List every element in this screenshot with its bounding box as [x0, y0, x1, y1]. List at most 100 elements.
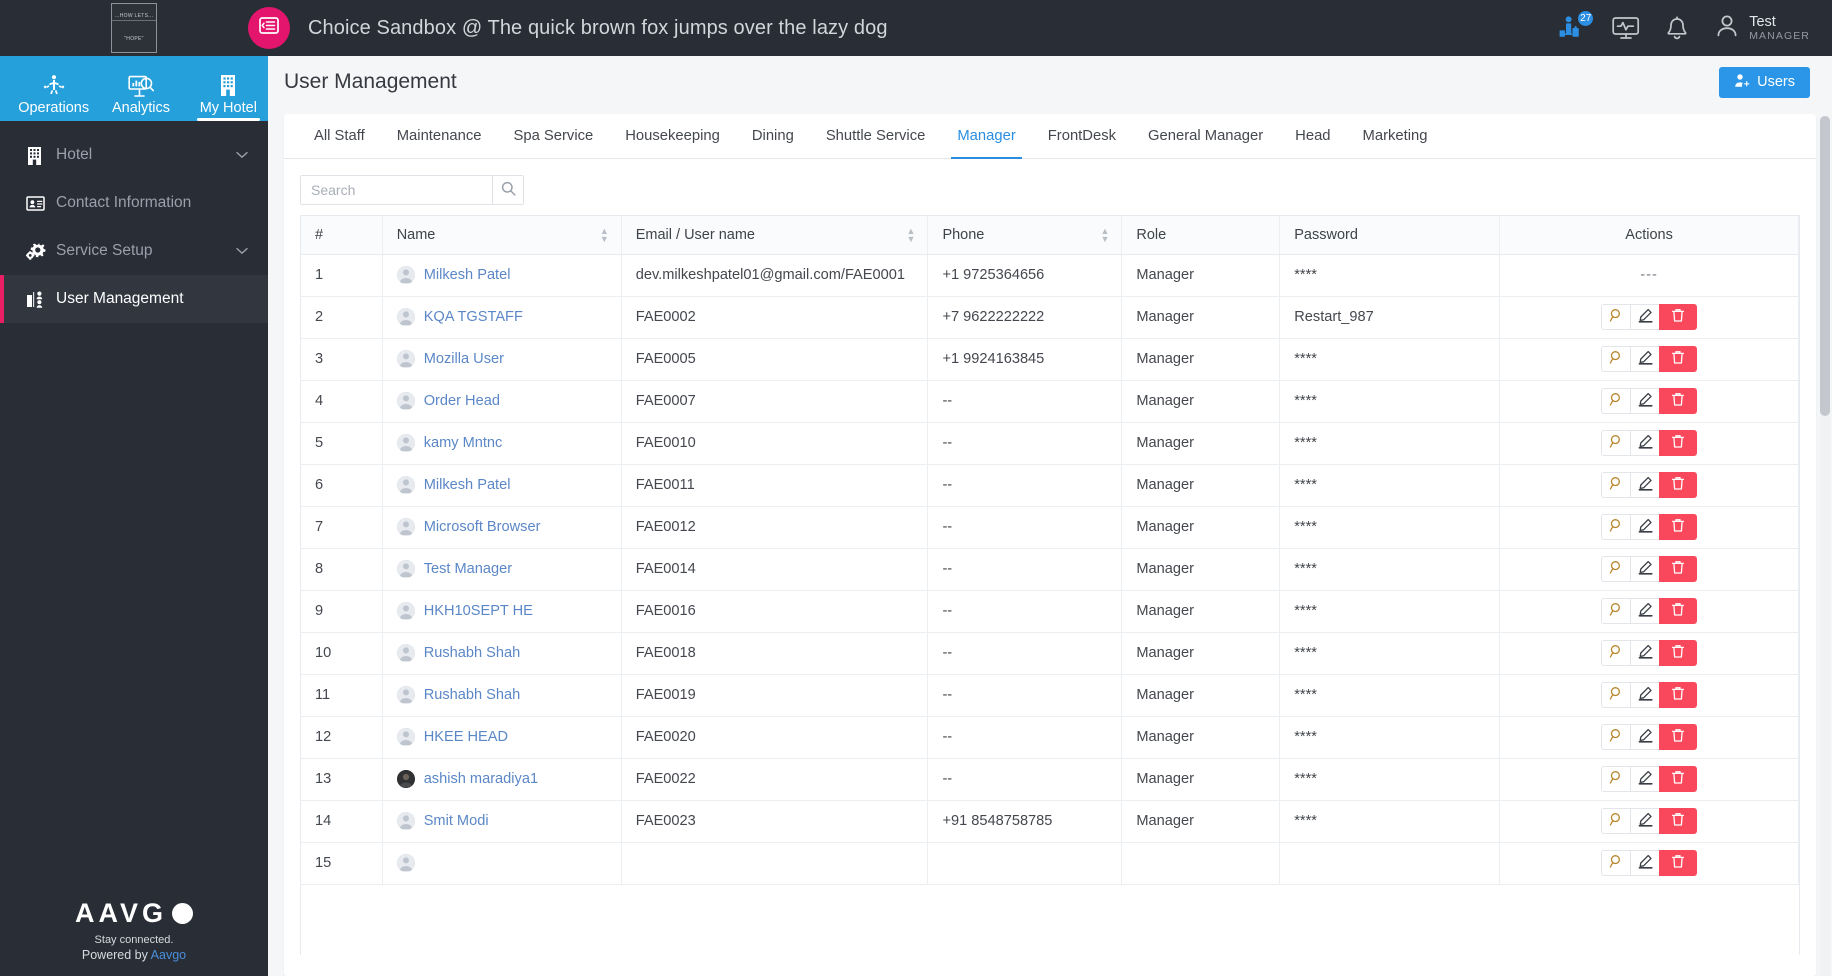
edit-user-button[interactable] — [1630, 304, 1659, 330]
table-row[interactable]: 15 — [301, 842, 1799, 884]
delete-user-button[interactable] — [1659, 640, 1697, 666]
view-user-button[interactable] — [1601, 430, 1630, 456]
delete-user-button[interactable] — [1659, 388, 1697, 414]
edit-user-button[interactable] — [1630, 514, 1659, 540]
delete-user-button[interactable] — [1659, 430, 1697, 456]
table-row[interactable]: 7Microsoft BrowserFAE0012--Manager**** — [301, 506, 1799, 548]
tab-general-manager[interactable]: General Manager — [1132, 114, 1279, 159]
tab-dining[interactable]: Dining — [736, 114, 810, 159]
column-header-phone[interactable]: Phone ▲▼ — [928, 216, 1122, 254]
table-row[interactable]: 1Milkesh Pateldev.milkeshpatel01@gmail.c… — [301, 254, 1799, 296]
delete-user-button[interactable] — [1659, 514, 1697, 540]
column-header-name[interactable]: Name ▲▼ — [382, 216, 621, 254]
page-scrollbar[interactable] — [1820, 116, 1830, 976]
view-user-button[interactable] — [1601, 556, 1630, 582]
table-row[interactable]: 6Milkesh PatelFAE0011--Manager**** — [301, 464, 1799, 506]
tab-housekeeping[interactable]: Housekeeping — [609, 114, 736, 159]
tab-marketing[interactable]: Marketing — [1347, 114, 1444, 159]
edit-user-button[interactable] — [1630, 682, 1659, 708]
view-user-button[interactable] — [1601, 724, 1630, 750]
edit-user-button[interactable] — [1630, 556, 1659, 582]
guest-traveler-icon[interactable]: 27 — [1558, 15, 1586, 41]
edit-user-button[interactable] — [1630, 472, 1659, 498]
tab-frontdesk[interactable]: FrontDesk — [1032, 114, 1132, 159]
view-user-button[interactable] — [1601, 850, 1630, 876]
search-button[interactable] — [492, 175, 524, 205]
user-name-link[interactable]: Microsoft Browser — [424, 519, 541, 535]
table-row[interactable]: 10Rushabh ShahFAE0018--Manager**** — [301, 632, 1799, 674]
sidebar-item-service-setup[interactable]: Service Setup — [0, 227, 268, 275]
user-name-link[interactable]: Rushabh Shah — [424, 645, 521, 661]
delete-user-button[interactable] — [1659, 598, 1697, 624]
user-name-link[interactable]: HKH10SEPT HE — [424, 603, 533, 619]
delete-user-button[interactable] — [1659, 472, 1697, 498]
sidebar-item-hotel[interactable]: Hotel — [0, 131, 268, 179]
edit-user-button[interactable] — [1630, 808, 1659, 834]
search-input[interactable] — [300, 175, 492, 205]
tab-head[interactable]: Head — [1279, 114, 1346, 159]
table-row[interactable]: 14Smit ModiFAE0023+91 8548758785Manager*… — [301, 800, 1799, 842]
tab-manager[interactable]: Manager — [941, 114, 1031, 159]
monitor-pulse-icon[interactable] — [1612, 16, 1640, 40]
user-profile-button[interactable]: Test MANAGER — [1714, 13, 1810, 44]
delete-user-button[interactable] — [1659, 346, 1697, 372]
table-row[interactable]: 13ashish maradiya1FAE0022--Manager**** — [301, 758, 1799, 800]
column-header-role[interactable]: Role — [1122, 216, 1280, 254]
table-row[interactable]: 12HKEE HEADFAE0020--Manager**** — [301, 716, 1799, 758]
sidebar-item-contact-information[interactable]: Contact Information — [0, 179, 268, 227]
view-user-button[interactable] — [1601, 766, 1630, 792]
table-row[interactable]: 11Rushabh ShahFAE0019--Manager**** — [301, 674, 1799, 716]
view-user-button[interactable] — [1601, 682, 1630, 708]
users-table-container[interactable]: # Name ▲▼ Email / User name ▲▼ Phone ▲ — [300, 215, 1800, 955]
table-row[interactable]: 2KQA TGSTAFFFAE0002+7 9622222222ManagerR… — [301, 296, 1799, 338]
nav-item-analytics[interactable]: Analytics — [101, 59, 180, 121]
delete-user-button[interactable] — [1659, 724, 1697, 750]
table-row[interactable]: 9HKH10SEPT HEFAE0016--Manager**** — [301, 590, 1799, 632]
view-user-button[interactable] — [1601, 472, 1630, 498]
edit-user-button[interactable] — [1630, 388, 1659, 414]
tab-spa-service[interactable]: Spa Service — [497, 114, 609, 159]
user-name-link[interactable]: Smit Modi — [424, 813, 489, 829]
delete-user-button[interactable] — [1659, 850, 1697, 876]
nav-item-my-hotel[interactable]: My Hotel — [189, 59, 268, 121]
view-user-button[interactable] — [1601, 388, 1630, 414]
edit-user-button[interactable] — [1630, 598, 1659, 624]
user-name-link[interactable]: Order Head — [424, 393, 500, 409]
sidebar-item-user-management[interactable]: User Management — [0, 275, 268, 323]
delete-user-button[interactable] — [1659, 304, 1697, 330]
user-name-link[interactable]: Mozilla User — [424, 351, 504, 367]
user-name-link[interactable]: Milkesh Patel — [424, 267, 511, 283]
view-user-button[interactable] — [1601, 640, 1630, 666]
bell-icon[interactable] — [1666, 16, 1688, 41]
view-user-button[interactable] — [1601, 346, 1630, 372]
table-row[interactable]: 4Order HeadFAE0007--Manager**** — [301, 380, 1799, 422]
user-name-link[interactable]: kamy Mntnc — [424, 435, 503, 451]
tab-shuttle-service[interactable]: Shuttle Service — [810, 114, 942, 159]
edit-user-button[interactable] — [1630, 766, 1659, 792]
view-user-button[interactable] — [1601, 514, 1630, 540]
delete-user-button[interactable] — [1659, 682, 1697, 708]
delete-user-button[interactable] — [1659, 766, 1697, 792]
view-user-button[interactable] — [1601, 598, 1630, 624]
tab-all-staff[interactable]: All Staff — [298, 114, 381, 159]
user-name-link[interactable]: HKEE HEAD — [424, 729, 508, 745]
page-scrollbar-thumb[interactable] — [1820, 116, 1830, 416]
menu-toggle-button[interactable] — [248, 7, 290, 49]
user-name-link[interactable]: KQA TGSTAFF — [424, 309, 523, 325]
edit-user-button[interactable] — [1630, 850, 1659, 876]
view-user-button[interactable] — [1601, 304, 1630, 330]
user-name-link[interactable]: Rushabh Shah — [424, 687, 521, 703]
user-name-link[interactable]: Test Manager — [424, 561, 512, 577]
column-header-email[interactable]: Email / User name ▲▼ — [621, 216, 928, 254]
add-users-button[interactable]: Users — [1719, 67, 1810, 98]
user-name-link[interactable]: Milkesh Patel — [424, 477, 511, 493]
tab-maintenance[interactable]: Maintenance — [381, 114, 498, 159]
edit-user-button[interactable] — [1630, 640, 1659, 666]
edit-user-button[interactable] — [1630, 724, 1659, 750]
delete-user-button[interactable] — [1659, 556, 1697, 582]
edit-user-button[interactable] — [1630, 346, 1659, 372]
table-row[interactable]: 5kamy MntncFAE0010--Manager**** — [301, 422, 1799, 464]
user-name-link[interactable]: ashish maradiya1 — [424, 771, 538, 787]
edit-user-button[interactable] — [1630, 430, 1659, 456]
view-user-button[interactable] — [1601, 808, 1630, 834]
